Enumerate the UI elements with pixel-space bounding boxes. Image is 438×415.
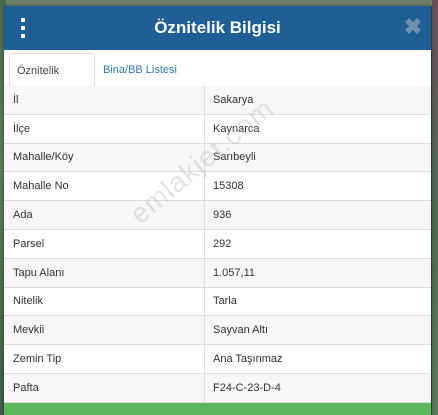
tab-bar: Öznitelik Bilgisi Bina/BB Listesi <box>4 53 431 111</box>
table-row: Zemin Tip Ana Taşınmaz <box>4 345 431 374</box>
table-row: Mevkii Sayvan Altı <box>4 316 431 346</box>
dialog-title: Öznitelik Bilgisi <box>154 18 281 37</box>
attribute-value: Tarla <box>213 295 237 308</box>
attribute-key: Pafta <box>4 373 205 402</box>
table-row: Nitelik Tarla <box>4 287 431 317</box>
table-row: Mahalle/Köy Sarıbeyli <box>4 143 431 173</box>
kebab-menu-icon[interactable] <box>19 18 27 38</box>
attribute-key: Parsel <box>4 229 205 258</box>
attribute-value: Ana Taşınmaz <box>213 353 283 366</box>
attribute-value: F24-C-23-D-4 <box>213 381 281 394</box>
tab-attribute-info[interactable]: Öznitelik Bilgisi <box>9 53 95 111</box>
attribute-value: 1.057,11 <box>213 266 256 279</box>
close-icon[interactable]: ✖ <box>403 15 423 39</box>
attribute-value: Kaynarca <box>213 122 260 135</box>
table-row: Pafta F24-C-23-D-4 <box>4 373 431 403</box>
table-row: Tapu Alanı 1.057,11 <box>4 258 431 288</box>
attribute-value: Sakarya <box>213 93 254 106</box>
attribute-key: İl <box>4 86 205 114</box>
attribute-key: İlçe <box>4 114 205 143</box>
table-row: Parsel 292 <box>4 229 431 259</box>
footer-bar <box>4 403 431 415</box>
attribute-key: Mahalle No <box>4 172 205 201</box>
attribute-value: Sarıbeyli <box>213 151 256 164</box>
attribute-info-dialog: Öznitelik Bilgisi ✖ Öznitelik Bilgisi Bi… <box>4 6 431 415</box>
attribute-value: 15308 <box>213 180 244 193</box>
table-row: Mahalle No 15308 <box>4 172 431 202</box>
attribute-key: Nitelik <box>4 287 205 316</box>
tab-building-list[interactable]: Bina/BB Listesi <box>96 53 184 87</box>
attribute-key: Mahalle/Köy <box>4 143 205 172</box>
attribute-table: İl Sakarya İlçe Kaynarca Mahalle/Köy Sar… <box>4 86 431 403</box>
attribute-key: Mevkii <box>4 316 205 345</box>
attribute-value: Sayvan Altı <box>213 324 269 337</box>
dialog-header: Öznitelik Bilgisi ✖ <box>4 6 431 50</box>
attribute-key: Ada <box>4 201 205 229</box>
attribute-value: 292 <box>213 237 232 250</box>
attribute-value: 936 <box>213 209 232 222</box>
attribute-key: Zemin Tip <box>4 345 205 373</box>
map-background-right <box>432 0 438 415</box>
table-row: İl Sakarya <box>4 86 431 115</box>
attribute-key: Tapu Alanı <box>4 258 205 287</box>
table-row: İlçe Kaynarca <box>4 114 431 144</box>
table-row: Ada 936 <box>4 201 431 230</box>
